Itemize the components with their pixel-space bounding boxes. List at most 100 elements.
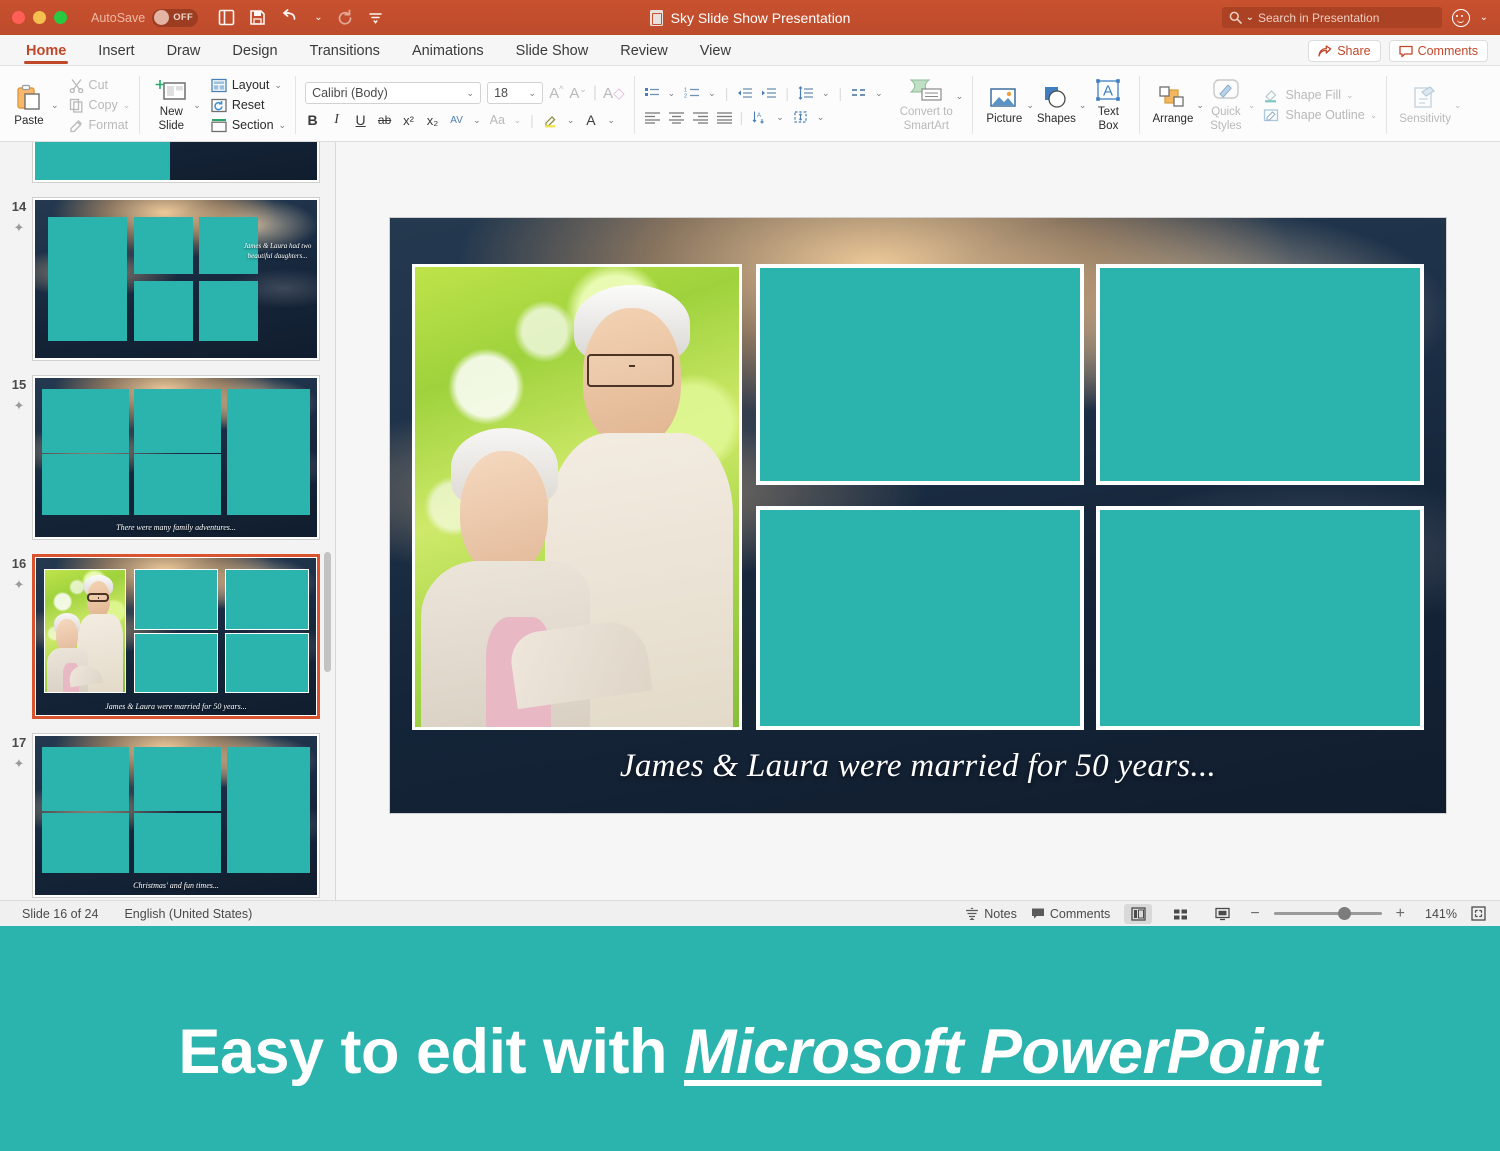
section-dropdown-chevron-icon[interactable]: ⌄ [279, 120, 287, 131]
layout-button[interactable]: Layout ⌄ [211, 78, 286, 93]
line-spacing-icon[interactable] [798, 86, 813, 100]
copy-dropdown-chevron-icon[interactable]: ⌄ [123, 100, 131, 111]
superscript-button[interactable]: x² [401, 113, 416, 128]
search-scope-chevron-icon[interactable]: ⌄ [1246, 12, 1254, 23]
bold-button[interactable]: B [305, 112, 320, 128]
text-highlight-icon[interactable] [543, 113, 558, 128]
autosave-toggle[interactable]: OFF [152, 8, 199, 27]
window-traffic-lights[interactable] [0, 11, 67, 24]
quick-access-toolbar[interactable]: ⌄ [218, 9, 382, 26]
tab-transitions[interactable]: Transitions [294, 41, 396, 65]
thumbnail-frame[interactable]: There were many family adventures... [32, 375, 320, 540]
placeholder-box-4[interactable] [1096, 506, 1424, 730]
undo-icon[interactable] [280, 9, 300, 26]
font-name-combobox[interactable]: Calibri (Body) ⌄ [305, 82, 482, 104]
tab-insert[interactable]: Insert [82, 41, 150, 65]
align-text-chevron-icon[interactable]: ⌄ [817, 112, 825, 123]
reading-view-icon[interactable] [1208, 904, 1236, 924]
zoom-out-button[interactable]: − [1250, 905, 1259, 923]
tab-slide-show[interactable]: Slide Show [500, 41, 605, 65]
subscript-button[interactable]: x₂ [425, 113, 440, 128]
tab-animations[interactable]: Animations [396, 41, 500, 65]
slide-caption-text[interactable]: James & Laura were married for 50 years.… [390, 748, 1446, 785]
autosave-control[interactable]: AutoSave OFF [91, 8, 199, 27]
slide-canvas[interactable]: James & Laura were married for 50 years.… [336, 142, 1500, 900]
sensitivity-button[interactable]: Sensitivity [1396, 85, 1454, 125]
animation-star-icon[interactable]: ✦ [14, 220, 25, 236]
shape-fill-button[interactable]: Shape Fill ⌄ [1263, 88, 1377, 103]
quick-styles-button[interactable]: Quick Styles [1204, 78, 1248, 133]
line-spacing-chevron-icon[interactable]: ⌄ [822, 88, 830, 99]
ribbon-options-chevron-icon[interactable]: ⌄ [1480, 12, 1488, 23]
zoom-slider-knob[interactable] [1337, 907, 1351, 920]
clear-formatting-icon[interactable]: A◇ [603, 84, 625, 102]
thumbnail-frame-selected[interactable]: James & Laura were married for 50 years.… [32, 553, 320, 720]
normal-view-icon[interactable] [1124, 903, 1153, 924]
shapes-button[interactable]: Shapes [1034, 85, 1079, 125]
reset-button[interactable]: Reset [211, 98, 286, 113]
notes-button[interactable]: Notes [965, 907, 1017, 921]
slide-sorter-icon[interactable] [1166, 904, 1194, 924]
maximize-window-button[interactable] [54, 11, 67, 24]
new-document-icon[interactable] [218, 9, 235, 26]
feedback-smiley-icon[interactable] [1451, 8, 1470, 27]
smartart-dropdown-chevron-icon[interactable]: ⌄ [956, 91, 964, 102]
section-button[interactable]: Section ⌄ [211, 118, 286, 133]
change-case-chevron-icon[interactable]: ⌄ [514, 115, 522, 126]
paste-dropdown-chevron-icon[interactable]: ⌄ [51, 100, 59, 111]
fit-slide-to-window-icon[interactable] [1471, 906, 1486, 921]
columns-icon[interactable] [851, 86, 866, 100]
save-icon[interactable] [249, 9, 266, 26]
convert-to-smartart-button[interactable]: Convert to SmartArt [897, 78, 956, 133]
arrange-button[interactable]: Arrange [1149, 85, 1196, 125]
numbered-list-icon[interactable]: 12 [684, 86, 700, 100]
comments-button[interactable]: Comments [1388, 40, 1488, 62]
placeholder-box-3[interactable] [756, 506, 1084, 730]
font-name-chevron-icon[interactable]: ⌄ [467, 88, 475, 99]
thumbnail-frame[interactable] [32, 142, 320, 183]
customize-toolbar-icon[interactable] [368, 10, 383, 25]
picture-dropdown-chevron-icon[interactable]: ⌄ [1026, 100, 1034, 111]
tab-view[interactable]: View [684, 41, 747, 65]
thumbnail-item-14[interactable]: 14 ✦ James & Laura had two beautiful dau… [0, 191, 335, 362]
redo-icon[interactable] [337, 9, 354, 26]
tab-home[interactable]: Home [10, 41, 82, 65]
shape-fill-chevron-icon[interactable]: ⌄ [1346, 90, 1354, 101]
thumbnail-frame[interactable]: James & Laura had two beautiful daughter… [32, 196, 320, 362]
text-direction-chevron-icon[interactable]: ⌄ [776, 112, 784, 123]
increase-font-size-icon[interactable]: A^ [549, 84, 563, 102]
minimize-window-button[interactable] [33, 11, 46, 24]
bullets-chevron-icon[interactable]: ⌄ [668, 88, 676, 99]
share-button[interactable]: Share [1308, 40, 1381, 62]
couple-photo[interactable] [412, 264, 742, 730]
close-window-button[interactable] [12, 11, 25, 24]
decrease-indent-icon[interactable] [737, 86, 753, 100]
strikethrough-button[interactable]: ab [377, 113, 392, 127]
quick-styles-chevron-icon[interactable]: ⌄ [1248, 100, 1256, 111]
text-box-button[interactable]: A Text Box [1086, 78, 1130, 133]
tab-review[interactable]: Review [604, 41, 684, 65]
text-direction-icon[interactable]: A [752, 110, 767, 124]
thumbnail-pane-scrollbar[interactable] [324, 552, 331, 672]
character-spacing-button[interactable]: AV [449, 115, 464, 126]
shape-outline-button[interactable]: Shape Outline ⌄ [1263, 108, 1377, 123]
font-color-button[interactable]: A [583, 112, 598, 128]
bulleted-list-icon[interactable] [644, 86, 659, 100]
animation-star-icon[interactable]: ✦ [14, 756, 25, 772]
align-text-icon[interactable] [793, 110, 808, 124]
change-case-button[interactable]: Aa [490, 113, 505, 127]
search-input[interactable]: ⌄ Search in Presentation [1221, 7, 1442, 28]
copy-button[interactable]: Copy ⌄ [69, 98, 131, 113]
animation-star-icon[interactable]: ✦ [14, 577, 25, 593]
thumbnail-frame[interactable]: Christmas' and fun times... [32, 733, 320, 898]
highlight-chevron-icon[interactable]: ⌄ [567, 115, 575, 126]
placeholder-box-1[interactable] [756, 264, 1084, 485]
font-size-chevron-icon[interactable]: ⌄ [529, 88, 537, 99]
new-slide-button[interactable]: New Slide [149, 78, 193, 133]
thumbnail-item-13[interactable]: 13 [0, 142, 335, 183]
arrange-dropdown-chevron-icon[interactable]: ⌄ [1196, 100, 1204, 111]
align-center-icon[interactable] [668, 111, 684, 124]
paste-button[interactable]: Paste [7, 83, 51, 127]
shape-outline-chevron-icon[interactable]: ⌄ [1370, 110, 1378, 121]
columns-chevron-icon[interactable]: ⌄ [875, 88, 883, 99]
